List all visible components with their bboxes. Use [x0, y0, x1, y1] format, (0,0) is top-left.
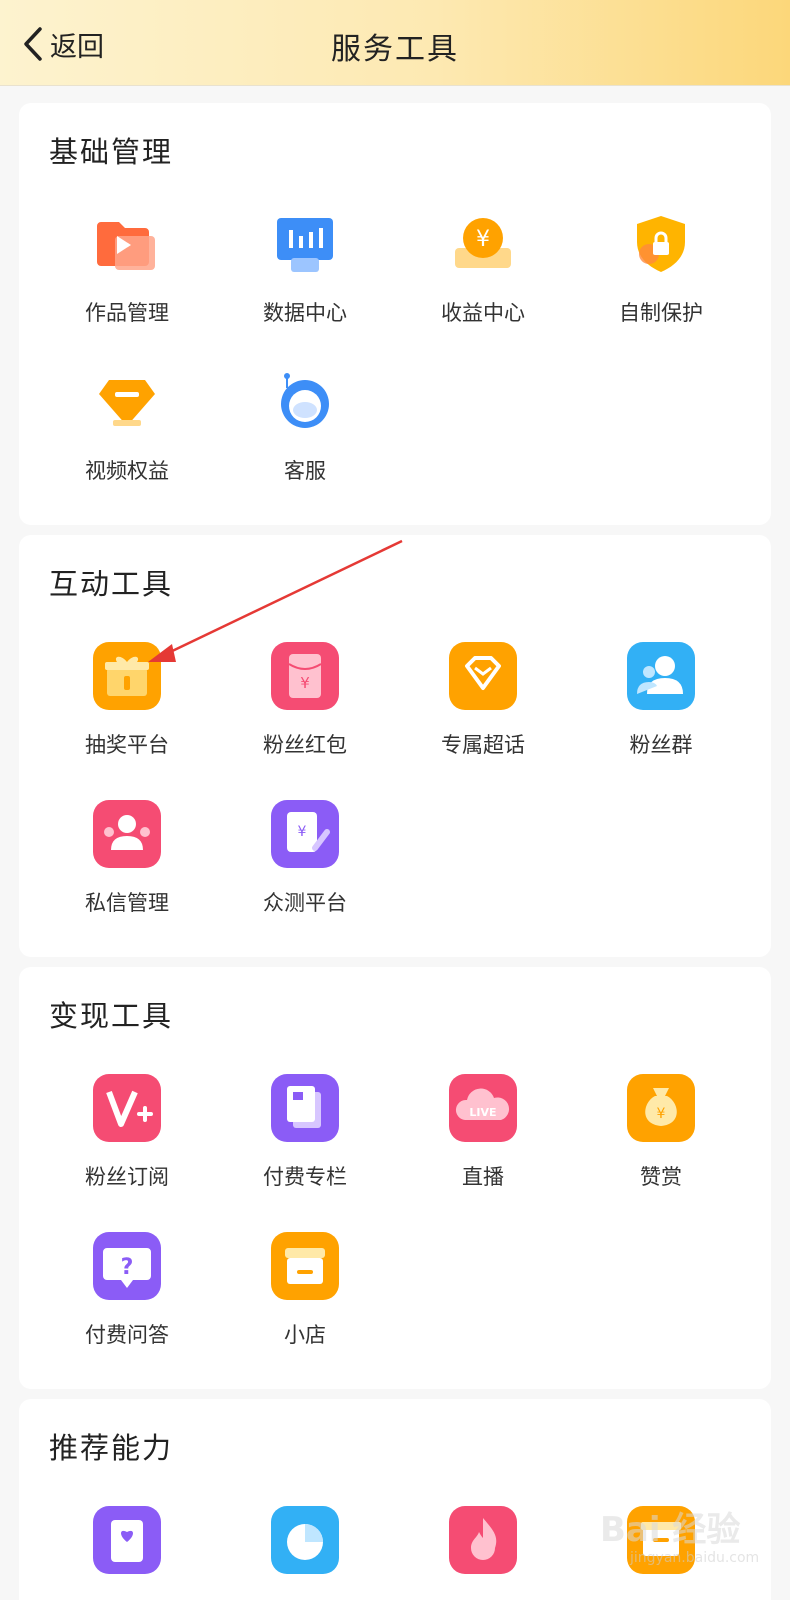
section-title: 推荐能力 — [49, 1431, 174, 1465]
tool-label: 私信管理 — [85, 891, 169, 915]
tool-label: 付费问答 — [85, 1323, 169, 1347]
tool-live[interactable]: LIVE 直播 — [394, 1072, 572, 1230]
tool-label: 数据中心 — [263, 301, 347, 325]
user-group-icon — [627, 642, 695, 710]
tool-recommendation-1[interactable] — [38, 1504, 216, 1600]
flame-icon — [449, 1506, 517, 1574]
v-plus-icon — [93, 1074, 161, 1142]
data-chart-icon — [277, 218, 333, 272]
section-title: 互动工具 — [49, 567, 174, 601]
tool-label: 众测平台 — [263, 891, 347, 915]
tool-video-rights[interactable]: 视频权益 — [38, 366, 216, 524]
tool-label: 付费专栏 — [263, 1165, 347, 1189]
gem-icon — [449, 642, 517, 710]
tool-paid-column[interactable]: 付费专栏 — [216, 1072, 394, 1230]
tool-original-protection[interactable]: 自制保护 — [572, 208, 750, 366]
tool-shop[interactable]: 小店 — [216, 1230, 394, 1388]
tool-label: 粉丝订阅 — [85, 1165, 169, 1189]
tool-label: 作品管理 — [85, 301, 169, 325]
pie-chart-icon — [271, 1506, 339, 1574]
tool-paid-qa[interactable]: ? 付费问答 — [38, 1230, 216, 1388]
baidu-watermark: Bai 经验 jingyan.baidu.com — [600, 1490, 780, 1590]
tool-fan-group[interactable]: 粉丝群 — [572, 640, 750, 798]
tool-exclusive-topic[interactable]: 专属超话 — [394, 640, 572, 798]
tool-label: 粉丝红包 — [263, 733, 347, 757]
shop-icon — [271, 1232, 339, 1300]
tool-label: 客服 — [284, 459, 326, 483]
svg-text:?: ? — [121, 1255, 134, 1280]
tool-label: 粉丝群 — [629, 733, 693, 757]
svg-text:¥: ¥ — [300, 674, 310, 692]
tool-recommendation-2[interactable] — [216, 1504, 394, 1600]
tool-lottery-platform[interactable]: 抽奖平台 — [38, 640, 216, 798]
tool-label: 赞赏 — [640, 1165, 682, 1189]
heart-card-icon — [93, 1506, 161, 1574]
tool-fan-subscription[interactable]: 粉丝订阅 — [38, 1072, 216, 1230]
shield-lock-icon — [637, 216, 685, 272]
section-monetization-tools: 变现工具 粉丝订阅 付费专栏 LIVE 直播 ¥ 赞赏 ? 付费问答 小店 — [19, 967, 771, 1389]
tool-crowd-testing[interactable]: ¥ 众测平台 — [216, 798, 394, 956]
watermark-url: jingyan.baidu.com — [630, 1550, 760, 1566]
paid-column-icon — [271, 1074, 339, 1142]
red-packet-icon: ¥ — [271, 642, 339, 710]
tool-recommendation-3[interactable] — [394, 1504, 572, 1600]
yuan-coin-icon: ¥ — [455, 218, 511, 268]
tool-revenue-center[interactable]: ¥ 收益中心 — [394, 208, 572, 366]
message-user-icon — [93, 800, 161, 868]
tool-customer-service[interactable]: 客服 — [216, 366, 394, 524]
tool-label: 专属超话 — [441, 733, 525, 757]
tool-fan-red-packet[interactable]: ¥ 粉丝红包 — [216, 640, 394, 798]
live-cloud-icon: LIVE — [449, 1074, 517, 1142]
tool-label: 直播 — [462, 1165, 504, 1189]
tool-message-management[interactable]: 私信管理 — [38, 798, 216, 956]
review-edit-icon: ¥ — [271, 800, 339, 868]
tool-works-management[interactable]: 作品管理 — [38, 208, 216, 366]
tool-label: 收益中心 — [441, 301, 525, 325]
top-bar: 返回 服务工具 — [0, 0, 790, 86]
tool-label: 视频权益 — [85, 459, 169, 483]
section-interaction-tools: 互动工具 抽奖平台 ¥ 粉丝红包 专属超话 粉丝群 私信管理 ¥ 众测平台 — [19, 535, 771, 957]
tool-label: 抽奖平台 — [85, 733, 169, 757]
svg-text:¥: ¥ — [476, 227, 490, 252]
tool-data-center[interactable]: 数据中心 — [216, 208, 394, 366]
headset-icon — [281, 373, 329, 428]
section-basic-management: 基础管理 作品管理 数据中心 ¥ 收益中心 自制保护 视频权益 客服 — [19, 103, 771, 525]
tool-tipping[interactable]: ¥ 赞赏 — [572, 1072, 750, 1230]
section-title: 变现工具 — [49, 999, 174, 1033]
page-title: 服务工具 — [331, 32, 459, 67]
video-folder-icon — [97, 222, 155, 270]
svg-text:¥: ¥ — [657, 1106, 666, 1122]
watermark-logo: Bai 经验 — [600, 1510, 741, 1550]
diamond-icon — [99, 380, 155, 426]
svg-text:¥: ¥ — [298, 824, 307, 840]
section-title: 基础管理 — [49, 135, 174, 169]
gift-box-icon — [93, 642, 161, 710]
svg-text:LIVE: LIVE — [469, 1106, 496, 1119]
money-bag-icon: ¥ — [627, 1074, 695, 1142]
tool-label: 自制保护 — [619, 301, 703, 325]
tool-label: 小店 — [284, 1323, 326, 1347]
question-bubble-icon: ? — [93, 1232, 161, 1300]
